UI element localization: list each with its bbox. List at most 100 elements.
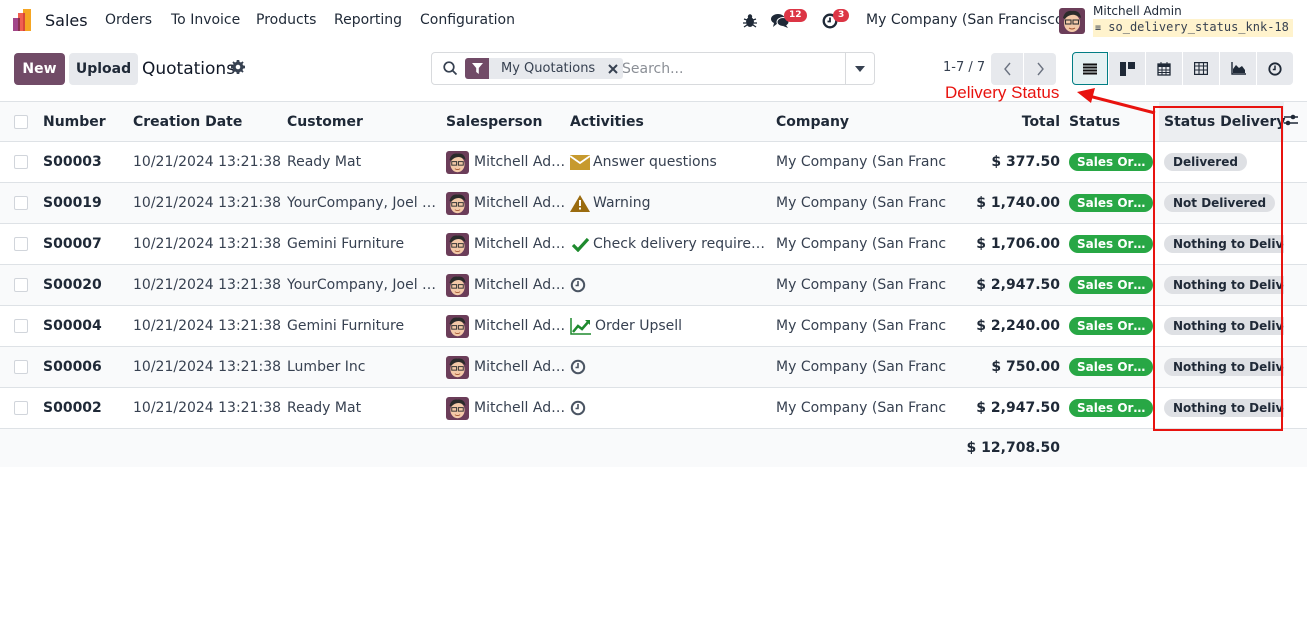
table-row[interactable]: S00020 10/21/2024 13:21:38 YourCompany, Jo… — [0, 264, 1307, 306]
column-header-creation-date[interactable]: Creation Date — [133, 101, 287, 142]
table-row[interactable]: S00002 10/21/2024 13:21:38 Ready Mat Mitche… — [0, 387, 1307, 429]
salesperson-avatar-icon[interactable] — [446, 396, 469, 420]
order-number[interactable]: S00019 — [43, 182, 133, 224]
activity[interactable] — [570, 264, 776, 306]
company-switcher[interactable]: My Company (San Francisco) — [866, 12, 1069, 28]
delivery-status-cell: Delivered — [1159, 141, 1284, 183]
sales-app-logo-icon[interactable] — [13, 9, 35, 31]
column-header-company[interactable]: Company — [776, 101, 946, 142]
view-graph-button[interactable] — [1220, 52, 1256, 85]
company: My Company (San Franci… — [776, 223, 946, 265]
remove-facet-close-icon[interactable] — [603, 58, 623, 79]
pager-value[interactable]: 1-7 / 7 — [943, 60, 985, 75]
menu-configuration[interactable]: Configuration — [420, 12, 515, 28]
activity[interactable] — [570, 387, 776, 429]
search-input[interactable] — [622, 58, 842, 80]
view-list-button[interactable] — [1072, 52, 1108, 85]
menu-products[interactable]: Products — [256, 12, 316, 28]
order-number[interactable]: S00020 — [43, 264, 133, 306]
upload-button[interactable]: Upload — [69, 53, 138, 85]
user-name[interactable]: Mitchell Admin — [1093, 4, 1182, 18]
row-checkbox[interactable] — [14, 237, 28, 251]
customer: YourCompany, Joel … — [287, 264, 446, 306]
search-icon[interactable] — [443, 61, 458, 76]
clock-icon[interactable] — [570, 359, 586, 375]
activity[interactable]: Warning — [570, 182, 776, 224]
row-checkbox[interactable] — [14, 319, 28, 333]
table-row[interactable]: S00007 10/21/2024 13:21:38 Gemini Furnitur… — [0, 223, 1307, 265]
row-checkbox[interactable] — [14, 401, 28, 415]
order-total: $ 1,706.00 — [946, 223, 1069, 265]
salesperson-avatar-icon[interactable] — [446, 232, 469, 256]
salesperson[interactable]: Mitchell Ad… — [446, 141, 570, 183]
salesperson[interactable]: Mitchell Ad… — [446, 182, 570, 224]
salesperson-avatar-icon[interactable] — [446, 314, 469, 338]
order-number[interactable]: S00002 — [43, 387, 133, 429]
company: My Company (San Franci… — [776, 346, 946, 388]
clock-icon[interactable] — [570, 400, 586, 416]
view-kanban-button[interactable] — [1109, 52, 1145, 85]
table-row[interactable]: S00019 10/21/2024 13:21:38 YourCompany, Jo… — [0, 182, 1307, 224]
pager-previous-button[interactable] — [991, 53, 1023, 85]
user-avatar[interactable] — [1059, 8, 1085, 34]
column-header-total[interactable]: Total — [946, 101, 1069, 142]
activity[interactable]: Check delivery requirem… — [570, 223, 776, 265]
clock-icon[interactable] — [570, 277, 586, 293]
search-options-toggle[interactable] — [845, 53, 874, 84]
order-number[interactable]: S00003 — [43, 141, 133, 183]
salesperson-avatar-icon[interactable] — [446, 273, 469, 297]
order-number[interactable]: S00004 — [43, 305, 133, 347]
envelope-icon[interactable] — [570, 154, 590, 170]
activity[interactable]: Order Upsell — [570, 305, 776, 347]
status-badge: Sales Or… — [1069, 399, 1154, 417]
column-header-number[interactable]: Number — [43, 101, 133, 142]
view-activity-button[interactable] — [1257, 52, 1293, 85]
activity[interactable] — [570, 346, 776, 388]
optional-columns-sliders-icon[interactable] — [1284, 113, 1298, 127]
user-avatar-icon — [1059, 8, 1085, 34]
column-header-status-delivery[interactable]: Status Delivery — [1159, 101, 1285, 142]
optional-columns-cell — [1284, 101, 1307, 142]
row-checkbox[interactable] — [14, 155, 28, 169]
select-all-checkbox[interactable] — [14, 114, 28, 129]
new-button[interactable]: New — [14, 53, 65, 85]
salesperson[interactable]: Mitchell Ad… — [446, 305, 570, 347]
order-total: $ 2,240.00 — [946, 305, 1069, 347]
order-number[interactable]: S00006 — [43, 346, 133, 388]
salesperson-avatar-icon[interactable] — [446, 191, 469, 215]
row-checkbox[interactable] — [14, 360, 28, 374]
row-spacer — [1284, 223, 1307, 265]
row-checkbox[interactable] — [14, 278, 28, 292]
column-header-activities[interactable]: Activities — [570, 101, 776, 142]
column-header-salesperson[interactable]: Salesperson — [446, 101, 570, 142]
status-cell: Sales Or… — [1069, 305, 1159, 347]
activity[interactable]: Answer questions — [570, 141, 776, 183]
salesperson-avatar-icon[interactable] — [446, 150, 469, 174]
customer: Ready Mat — [287, 141, 446, 183]
view-pivot-button[interactable] — [1183, 52, 1219, 85]
menu-to-invoice[interactable]: To Invoice — [171, 12, 240, 28]
gear-icon[interactable] — [231, 60, 245, 74]
chart-up-icon[interactable] — [570, 317, 592, 335]
pager-next-button[interactable] — [1024, 53, 1056, 85]
check-icon[interactable] — [570, 237, 590, 252]
app-name[interactable]: Sales — [45, 11, 88, 30]
salesperson[interactable]: Mitchell Ad… — [446, 223, 570, 265]
table-row[interactable]: S00004 10/21/2024 13:21:38 Gemini Furnitur… — [0, 305, 1307, 347]
debug-bug-icon[interactable] — [743, 13, 757, 28]
menu-orders[interactable]: Orders — [105, 12, 152, 28]
search-bar: My Quotations — [431, 52, 875, 85]
salesperson[interactable]: Mitchell Ad… — [446, 387, 570, 429]
menu-reporting[interactable]: Reporting — [334, 12, 402, 28]
view-calendar-button[interactable] — [1146, 52, 1182, 85]
salesperson[interactable]: Mitchell Ad… — [446, 346, 570, 388]
column-header-customer[interactable]: Customer — [287, 101, 446, 142]
row-checkbox[interactable] — [14, 196, 28, 210]
table-row[interactable]: S00003 10/21/2024 13:21:38 Ready Mat Mitche… — [0, 141, 1307, 183]
salesperson-avatar-icon[interactable] — [446, 355, 469, 379]
grand-total: $ 12,708.50 — [946, 428, 1069, 467]
salesperson[interactable]: Mitchell Ad… — [446, 264, 570, 306]
warning-icon[interactable] — [570, 194, 590, 212]
order-number[interactable]: S00007 — [43, 223, 133, 265]
table-row[interactable]: S00006 10/21/2024 13:21:38 Lumber Inc Mitch… — [0, 346, 1307, 388]
